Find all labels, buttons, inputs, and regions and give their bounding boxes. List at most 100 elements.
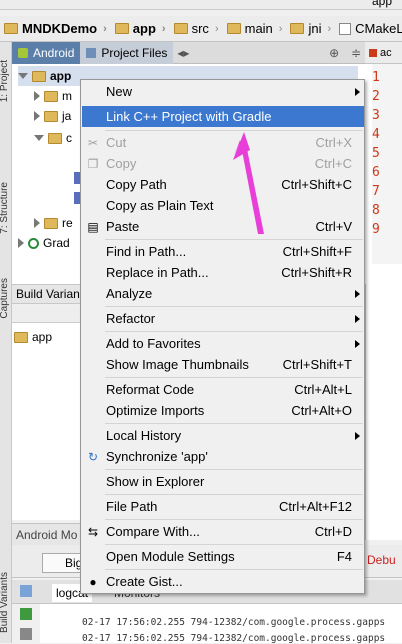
- breadcrumb-app[interactable]: app ›: [111, 21, 170, 36]
- menu-separator: [105, 306, 363, 307]
- breadcrumb-cmakelists[interactable]: CMakeLists: [335, 21, 402, 36]
- build-variants-tool-button[interactable]: Build Variants: [0, 572, 10, 633]
- line-number: 3: [372, 108, 380, 123]
- chevron-right-icon: ›: [161, 22, 166, 35]
- project-panel-header: Android Project Files ◂▸ ⊕ ≑ ⚙: [12, 41, 390, 64]
- log-line: 02-17 17:56:02.255 794-12382/com.google.…: [82, 617, 386, 628]
- folder-icon: [290, 23, 305, 34]
- sync-icon: ↻: [87, 449, 99, 464]
- main-toolbar: app: [0, 0, 402, 10]
- chevron-right-icon: ›: [103, 22, 107, 35]
- submenu-arrow-icon: [355, 431, 360, 440]
- build-variants-column-header: [12, 305, 82, 323]
- menu-item-copy[interactable]: ❐ Copy Ctrl+C: [82, 153, 364, 174]
- editor-tab[interactable]: ac: [365, 42, 402, 64]
- github-icon: ●: [89, 574, 97, 589]
- menu-item-link-cpp-project[interactable]: Link C++ Project with Gradle: [82, 106, 364, 127]
- paste-icon: ▤: [87, 219, 99, 234]
- line-number: 2: [372, 89, 380, 104]
- line-number: 1: [372, 70, 380, 85]
- chevron-right-icon: ›: [327, 22, 332, 35]
- submenu-arrow-icon: [355, 289, 360, 298]
- menu-item-add-to-favorites[interactable]: Add to Favorites: [82, 333, 364, 354]
- android-monitor-header[interactable]: Android Mo: [12, 523, 82, 545]
- menu-item-refactor[interactable]: Refactor: [82, 308, 364, 329]
- structure-tool-button[interactable]: 7: Structure: [0, 182, 10, 234]
- menu-separator: [105, 544, 363, 545]
- run-config-selector[interactable]: app: [372, 0, 392, 8]
- expand-icon: [18, 73, 28, 79]
- breadcrumb-src[interactable]: src ›: [170, 21, 223, 36]
- menu-item-local-history[interactable]: Local History: [82, 425, 364, 446]
- tree-node[interactable]: c: [34, 128, 72, 148]
- tree-node[interactable]: ja: [34, 106, 71, 126]
- device-selector[interactable]: Big: [42, 553, 82, 573]
- line-number: 8: [372, 203, 380, 218]
- annotation-arrow-icon: [233, 132, 264, 234]
- copy-icon: ❐: [87, 156, 99, 171]
- tree-node[interactable]: re: [34, 213, 73, 233]
- collapse-icon: [34, 91, 40, 101]
- collapse-icon: [18, 238, 24, 248]
- menu-separator: [105, 469, 363, 470]
- folder-icon: [44, 217, 58, 229]
- menu-item-optimize-imports[interactable]: Optimize Imports Ctrl+Alt+O: [82, 400, 364, 421]
- tree-node[interactable]: m: [34, 86, 72, 106]
- menu-item-file-path[interactable]: File Path Ctrl+Alt+F12: [82, 496, 364, 517]
- tab-project-files[interactable]: Project Files: [80, 41, 174, 64]
- tree-node-gradle[interactable]: Grad: [18, 233, 70, 253]
- menu-item-synchronize[interactable]: ↻ Synchronize 'app': [82, 446, 364, 467]
- menu-item-replace-in-path[interactable]: Replace in Path... Ctrl+Shift+R: [82, 262, 364, 283]
- switch-view-icon[interactable]: ◂▸: [173, 42, 193, 64]
- menu-item-copy-path[interactable]: Copy Path Ctrl+Shift+C: [82, 174, 364, 195]
- play-icon[interactable]: [20, 608, 32, 620]
- camera-icon[interactable]: [20, 585, 32, 597]
- menu-item-reformat-code[interactable]: Reformat Code Ctrl+Alt+L: [82, 379, 364, 400]
- line-number: 4: [372, 127, 380, 142]
- menu-item-find-in-path[interactable]: Find in Path... Ctrl+Shift+F: [82, 241, 364, 262]
- menu-item-create-gist[interactable]: ● Create Gist...: [82, 571, 364, 592]
- expand-icon: [34, 135, 44, 141]
- folder-icon: [48, 132, 62, 144]
- context-menu: New Link C++ Project with Gradle ✂ Cut Ctr…: [80, 79, 365, 594]
- file-icon: [369, 48, 377, 57]
- menu-separator: [105, 331, 363, 332]
- menu-item-show-image-thumbnails[interactable]: Show Image Thumbnails Ctrl+Shift+T: [82, 354, 364, 375]
- menu-separator: [105, 494, 363, 495]
- menu-item-compare-with[interactable]: ⇆ Compare With... Ctrl+D: [82, 521, 364, 542]
- menu-item-open-module-settings[interactable]: Open Module Settings F4: [82, 546, 364, 567]
- project-files-icon: [86, 47, 97, 58]
- breadcrumb-main[interactable]: main ›: [223, 21, 287, 36]
- tab-android[interactable]: Android: [12, 41, 81, 64]
- captures-tool-button[interactable]: Captures: [0, 278, 10, 319]
- collapse-icon[interactable]: ≑: [345, 42, 367, 64]
- sync-icon[interactable]: ⊕: [323, 42, 345, 64]
- menu-item-new[interactable]: New: [82, 81, 364, 102]
- chevron-right-icon: ›: [278, 22, 283, 35]
- project-tool-button[interactable]: 1: Project: [0, 60, 10, 102]
- menu-item-paste[interactable]: ▤ Paste Ctrl+V: [82, 216, 364, 237]
- line-number: 9: [372, 222, 380, 237]
- line-number: 7: [372, 184, 380, 199]
- menu-item-show-in-explorer[interactable]: Show in Explorer: [82, 471, 364, 492]
- collapse-icon: [34, 111, 40, 121]
- module-folder-icon: [32, 70, 46, 82]
- build-variants-header: Build Varian: [12, 284, 82, 304]
- menu-item-copy-plain-text[interactable]: Copy as Plain Text: [82, 195, 364, 216]
- folder-icon: [44, 110, 58, 122]
- submenu-arrow-icon: [355, 339, 360, 348]
- menu-item-cut[interactable]: ✂ Cut Ctrl+X: [82, 132, 364, 153]
- breadcrumb-jni[interactable]: jni ›: [286, 21, 335, 36]
- folder-icon: [4, 23, 18, 34]
- gradle-icon: [28, 237, 39, 249]
- collapse-icon: [34, 218, 40, 228]
- debug-filter[interactable]: Debu: [367, 553, 396, 567]
- trash-icon[interactable]: [20, 628, 32, 640]
- menu-item-analyze[interactable]: Analyze: [82, 283, 364, 304]
- line-number: 5: [372, 146, 380, 161]
- breadcrumb: MNDKDemo› app› src› main› jni› CMakeList…: [0, 16, 402, 42]
- build-variant-module-app[interactable]: app: [14, 327, 52, 347]
- breadcrumb-project[interactable]: MNDKDemo ›: [0, 21, 111, 36]
- submenu-arrow-icon: [355, 87, 360, 96]
- folder-icon: [226, 23, 241, 34]
